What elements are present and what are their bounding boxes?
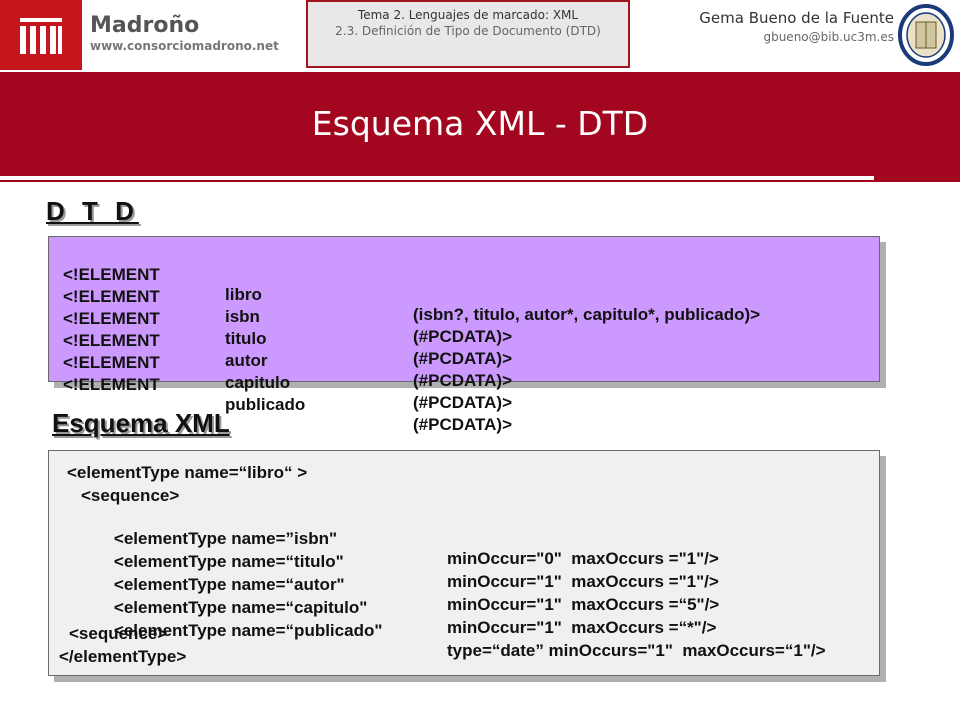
schema-sequence-open: <sequence> [81, 486, 180, 505]
schema-close-line: </elementType> [59, 647, 187, 666]
dtd-element-name: isbn [225, 307, 260, 326]
schema-element-occurs: type=“date” minOccurs="1" maxOccurs=“1"/… [447, 641, 826, 660]
topic-title: Tema 2. Lenguajes de marcado: XML [357, 8, 579, 22]
author-block: Gema Bueno de la Fuente gbueno@bib.uc3m.… [699, 8, 894, 46]
schema-sequence-close: <sequence> [69, 624, 168, 643]
dtd-element-name: capitulo [225, 373, 291, 392]
dtd-element-def: (#PCDATA)> [413, 327, 513, 346]
schema-element-occurs: minOccur="1" maxOccurs =“5"/> [447, 595, 720, 614]
dtd-element-def: (#PCDATA)> [413, 371, 513, 390]
dtd-row: <!ELEMENT publicado (#PCDATA)> [63, 355, 512, 455]
dtd-element-name: titulo [225, 329, 267, 348]
dtd-keyword: <!ELEMENT [63, 375, 160, 394]
logo-text: Madroño www.consorciomadrono.net [90, 14, 279, 54]
schema-heading: Esquema XML [52, 408, 230, 438]
madrono-logo-icon [20, 18, 62, 54]
schema-code-box: <elementType name=“libro“ > <sequence> <… [48, 450, 880, 676]
dtd-element-def: (#PCDATA)> [413, 415, 513, 434]
dtd-element-name: autor [225, 351, 268, 370]
topic-box: Tema 2. Lenguajes de marcado: XML 2.3. D… [306, 0, 630, 68]
dtd-element-name: libro [225, 285, 262, 304]
author-name: Gema Bueno de la Fuente [699, 9, 894, 27]
schema-element-occurs: minOccur="0" maxOccurs ="1"/> [447, 549, 719, 568]
university-seal-icon [898, 4, 954, 66]
dtd-element-name: publicado [225, 395, 306, 414]
madrono-logo [0, 0, 82, 70]
banner-divider [0, 176, 874, 180]
dtd-element-def: (#PCDATA)> [413, 349, 513, 368]
logo-url: www.consorciomadrono.net [90, 39, 279, 53]
schema-element-occurs: minOccur="1" maxOccurs =“*"/> [447, 618, 717, 637]
topic-subtitle: 2.3. Definición de Tipo de Documento (DT… [335, 24, 601, 38]
logo-name: Madroño [90, 13, 200, 38]
dtd-code-box: <!ELEMENT libro (isbn?, titulo, autor*, … [48, 236, 880, 434]
schema-open-line: <elementType name=“libro“ > [67, 463, 308, 482]
author-email: gbueno@bib.uc3m.es [763, 30, 894, 44]
schema-element-occurs: minOccur="1" maxOccurs ="1"/> [447, 572, 719, 591]
dtd-element-def: (#PCDATA)> [413, 393, 513, 412]
dtd-element-def: (isbn?, titulo, autor*, capitulo*, publi… [413, 305, 761, 324]
dtd-heading: D T D [46, 196, 139, 226]
page-title: Esquema XML - DTD [311, 104, 649, 143]
